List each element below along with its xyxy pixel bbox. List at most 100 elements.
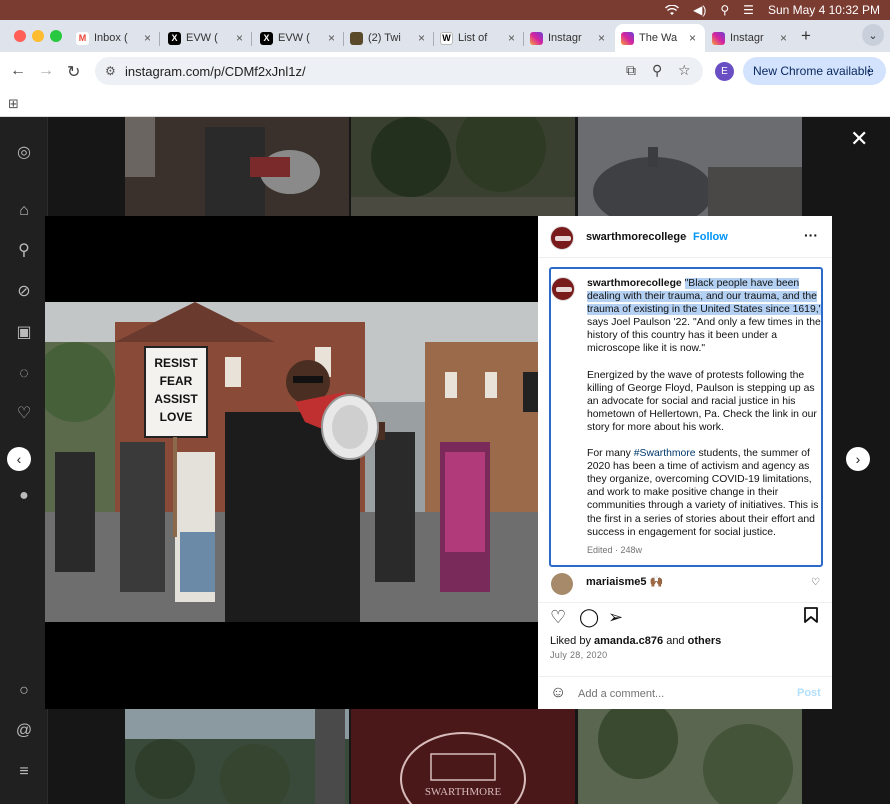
- threads-icon[interactable]: @: [14, 721, 34, 741]
- tab-search-button[interactable]: ⌄: [862, 24, 884, 46]
- wikipedia-icon: W: [440, 31, 453, 45]
- browser-tab[interactable]: X EVW (×: [254, 24, 344, 52]
- messenger-icon[interactable]: ◌: [14, 364, 34, 384]
- post-photo[interactable]: RESIST FEAR ASSIST LOVE: [45, 302, 539, 622]
- home-icon[interactable]: ⌂: [14, 201, 34, 221]
- post-panel: swarthmorecollege · Follow ··· swarthmor…: [538, 216, 832, 709]
- like-heart-icon[interactable]: ♡: [550, 607, 566, 628]
- control-center-icon[interactable]: ☰: [743, 3, 754, 17]
- instagram-icon: [712, 31, 725, 45]
- liked-by-user[interactable]: amanda.c876: [594, 635, 663, 647]
- instagram-logo-icon[interactable]: ◎: [14, 143, 34, 163]
- browser-tab[interactable]: M Inbox (×: [70, 24, 160, 52]
- profile-avatar-icon[interactable]: ●: [14, 486, 34, 506]
- apps-grid-icon[interactable]: ⊞: [8, 96, 19, 112]
- grid-tile-trees[interactable]: [351, 117, 575, 216]
- caption-p3-pre: For many: [587, 448, 634, 460]
- spotlight-search-icon[interactable]: ⚲: [720, 3, 729, 17]
- liked-by-prefix: Liked by: [550, 635, 595, 647]
- install-app-icon[interactable]: ⧉: [626, 62, 636, 79]
- tab-strip: M Inbox (× X EVW (× X EVW (× (2) Twi × W List of ×…: [0, 20, 890, 52]
- header-username[interactable]: swarthmorecollege: [586, 231, 686, 243]
- liked-by-others[interactable]: others: [688, 635, 722, 647]
- new-chrome-label: New Chrome available: [753, 64, 874, 78]
- more-menu-icon[interactable]: ≡: [14, 762, 34, 782]
- comment-input[interactable]: [578, 685, 778, 703]
- caption-p3-rest: students, the summer of 2020 has been a …: [587, 448, 819, 538]
- browser-tab[interactable]: X EVW (×: [162, 24, 252, 52]
- twitch-avatar-icon: [350, 31, 363, 45]
- tab-close-icon[interactable]: ×: [144, 31, 154, 45]
- explore-compass-icon[interactable]: ⊘: [14, 282, 34, 302]
- volume-icon[interactable]: ◀︎): [693, 3, 706, 17]
- caption-quote-rest: says Joel Paulson '22. "And only a few t…: [587, 317, 821, 355]
- browser-tab[interactable]: (2) Twi ×: [344, 24, 434, 52]
- caption-username[interactable]: swarthmorecollege: [587, 278, 682, 289]
- browser-tab[interactable]: The Wa ×: [615, 24, 705, 52]
- instagram-icon: [530, 31, 543, 45]
- new-tab-button[interactable]: +: [801, 26, 811, 46]
- post-date[interactable]: July 28, 2020: [550, 650, 607, 660]
- post-comment-button[interactable]: Post: [797, 687, 821, 699]
- commenter-avatar[interactable]: [551, 573, 573, 595]
- tab-close-icon[interactable]: ×: [780, 31, 790, 45]
- more-options-icon[interactable]: ···: [804, 227, 818, 243]
- hashtag-link[interactable]: #Swarthmore: [634, 448, 696, 459]
- grid-tile-foliage[interactable]: [578, 709, 802, 804]
- minimize-window-button[interactable]: [32, 30, 44, 42]
- caption-paragraph-1: swarthmorecollege "Black people have bee…: [587, 277, 821, 356]
- notifications-heart-icon[interactable]: ♡: [14, 404, 34, 424]
- grid-tile-protest[interactable]: [125, 117, 349, 216]
- gmail-icon: M: [76, 31, 89, 45]
- caption-text[interactable]: swarthmorecollege "Black people have bee…: [587, 277, 821, 557]
- share-paper-plane-icon[interactable]: ➢: [608, 607, 623, 628]
- save-bookmark-icon[interactable]: [804, 607, 818, 628]
- menubar-clock[interactable]: Sun May 4 10:32 PM: [768, 3, 880, 17]
- tab-close-icon[interactable]: ×: [418, 31, 428, 45]
- close-window-button[interactable]: [14, 30, 26, 42]
- liked-by: Liked by amanda.c876 and others: [550, 635, 721, 647]
- zoom-icon[interactable]: ⚲: [652, 62, 662, 79]
- browser-tab[interactable]: W List of ×: [434, 24, 524, 52]
- tab-close-icon[interactable]: ×: [236, 31, 246, 45]
- previous-post-arrow-icon[interactable]: ‹: [7, 447, 31, 471]
- tab-label: (2) Twi: [368, 32, 401, 44]
- emoji-icon[interactable]: ☺: [550, 684, 566, 702]
- grid-tile-building-dome[interactable]: [578, 117, 802, 216]
- new-chrome-available-button[interactable]: New Chrome available ⋮: [743, 57, 886, 85]
- tab-close-icon[interactable]: ×: [328, 31, 338, 45]
- macos-menubar: ◀︎) ⚲ ☰ Sun May 4 10:32 PM: [0, 0, 890, 20]
- back-arrow-icon[interactable]: ←: [10, 62, 26, 80]
- account-avatar[interactable]: [550, 226, 574, 250]
- next-post-arrow-icon[interactable]: ›: [846, 447, 870, 471]
- tab-label: List of: [458, 32, 488, 44]
- close-modal-icon[interactable]: ✕: [850, 126, 868, 152]
- browser-tab[interactable]: Instagr ×: [524, 24, 614, 52]
- profile-avatar[interactable]: E: [715, 62, 734, 81]
- site-info-icon[interactable]: ⚙: [105, 64, 116, 78]
- follow-button[interactable]: Follow: [693, 231, 728, 243]
- search-icon[interactable]: ⚲: [14, 241, 34, 261]
- caption-avatar[interactable]: [551, 277, 575, 301]
- grid-tile-aerial-campus[interactable]: [125, 709, 349, 804]
- commenter-username[interactable]: mariaisme5 🙌🏾: [586, 575, 663, 588]
- chrome-menu-icon[interactable]: ⋮: [863, 63, 876, 79]
- comment-bubble-icon[interactable]: ◯: [579, 607, 599, 628]
- comment-like-heart-icon[interactable]: ♡: [811, 577, 820, 588]
- reload-icon[interactable]: ↻: [67, 62, 80, 82]
- zoom-window-button[interactable]: [50, 30, 62, 42]
- address-url[interactable]: instagram.com/p/CDMf2xJnl1z/: [125, 64, 306, 79]
- threads-circle-icon[interactable]: ○: [14, 681, 34, 701]
- reels-icon[interactable]: ▣: [14, 323, 34, 343]
- tab-close-icon[interactable]: ×: [598, 31, 608, 45]
- bookmark-star-icon[interactable]: ☆: [678, 62, 691, 79]
- post-media: RESIST FEAR ASSIST LOVE: [45, 216, 539, 709]
- forward-arrow-icon[interactable]: →: [38, 62, 54, 80]
- address-bar[interactable]: ⚙ instagram.com/p/CDMf2xJnl1z/: [95, 57, 703, 85]
- tab-label: EVW (: [278, 32, 310, 44]
- tab-close-icon[interactable]: ×: [689, 31, 699, 45]
- grid-tile-swarthmore-logo[interactable]: SWARTHMORE: [351, 709, 575, 804]
- browser-tab[interactable]: Instagr ×: [706, 24, 796, 52]
- wifi-icon[interactable]: [665, 4, 680, 16]
- tab-close-icon[interactable]: ×: [508, 31, 518, 45]
